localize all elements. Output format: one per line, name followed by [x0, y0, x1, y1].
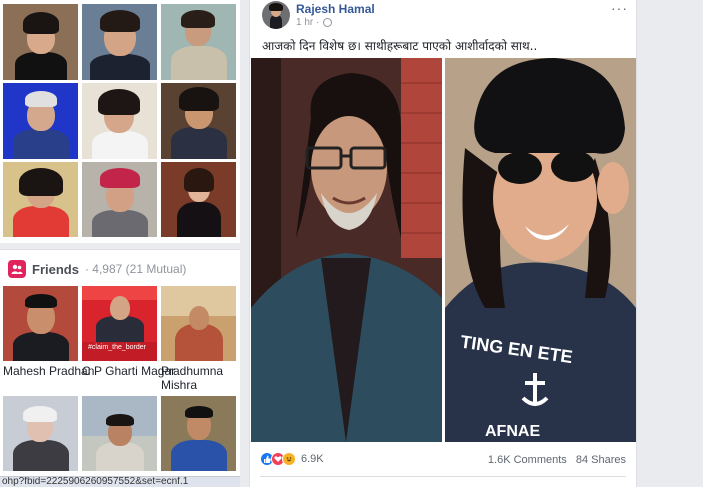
friend-photo[interactable] — [3, 396, 78, 471]
post-photo-right[interactable]: TING EN ETE AFNAE — [445, 58, 636, 442]
more-options-icon[interactable]: ··· — [611, 0, 628, 16]
post-caption: आजको दिन विशेष छ। साथीहरूबाट पाएको आशीर्… — [262, 39, 538, 53]
photo-thumbnail[interactable] — [161, 4, 236, 80]
friends-count: · 4,987 (21 Mutual) — [84, 262, 187, 276]
friend-tile[interactable]: #claim_the_border C P Gharti Magar — [82, 286, 175, 392]
facebook-profile-page: Friends · 4,987 (21 Mutual) Mahesh Pradh… — [0, 0, 703, 487]
photo-thumbnail[interactable] — [161, 83, 236, 159]
post-actions-divider — [260, 476, 626, 477]
browser-status-url: ohp?fbid=2225906260957552&set=ecnf.1 — [0, 476, 240, 487]
friend-tile[interactable]: Pradhumna Mishra — [161, 286, 236, 392]
friends-grid-row2 — [3, 396, 236, 471]
friend-tile[interactable]: Mahesh Pradhan — [3, 286, 94, 392]
friend-name[interactable]: C P Gharti Magar — [82, 365, 175, 378]
author-avatar[interactable] — [262, 1, 290, 29]
shares-count-link[interactable]: 84 Shares — [576, 454, 626, 466]
friends-header[interactable]: Friends · 4,987 (21 Mutual) — [8, 259, 186, 279]
reactions-summary[interactable]: 6.9K — [260, 452, 324, 466]
post-time-text[interactable]: 1 hr · — [296, 17, 319, 28]
friend-photo[interactable] — [161, 286, 236, 361]
post-photo-left[interactable] — [251, 58, 442, 442]
photo-thumbnail[interactable] — [82, 4, 157, 80]
friend-name[interactable]: Pradhumna — [161, 365, 236, 378]
post-stats: 1.6K Comments 84 Shares — [482, 454, 626, 466]
friend-name[interactable]: Mahesh Pradhan — [3, 365, 94, 378]
haha-reaction-icon — [282, 452, 296, 466]
reaction-count[interactable]: 6.9K — [301, 453, 324, 465]
shirt-text-bottom: AFNAE — [485, 423, 540, 440]
friends-title[interactable]: Friends — [32, 262, 79, 277]
photos-grid — [3, 4, 236, 237]
friends-icon — [8, 260, 26, 278]
globe-icon — [323, 18, 333, 27]
photo-thumbnail[interactable] — [3, 4, 78, 80]
photo-thumbnail[interactable] — [161, 162, 236, 237]
left-column: Friends · 4,987 (21 Mutual) Mahesh Pradh… — [0, 0, 240, 487]
photo-thumbnail[interactable] — [3, 162, 78, 237]
friends-grid: Mahesh Pradhan #claim_the_border C P Gha… — [3, 286, 236, 392]
comments-count-link[interactable]: 1.6K Comments — [488, 454, 567, 466]
friend-photo[interactable]: #claim_the_border — [82, 286, 157, 361]
friend-photo[interactable] — [3, 286, 78, 361]
friend-banner-text: #claim_the_border — [88, 344, 146, 351]
friend-photo[interactable] — [161, 396, 236, 471]
photos-card — [0, 0, 240, 243]
photo-thumbnail[interactable] — [82, 162, 157, 237]
photo-thumbnail[interactable] — [3, 83, 78, 159]
post-card: Rajesh Hamal 1 hr · ··· आजको दिन विशेष छ… — [249, 0, 637, 487]
photo-thumbnail[interactable] — [82, 83, 157, 159]
friend-name-line2[interactable]: Mishra — [161, 379, 236, 392]
friend-photo[interactable] — [82, 396, 157, 471]
friends-card: Friends · 4,987 (21 Mutual) Mahesh Pradh… — [0, 249, 240, 487]
right-gutter — [637, 0, 703, 487]
post-timestamp[interactable]: 1 hr · — [296, 17, 333, 28]
post-author-name[interactable]: Rajesh Hamal — [296, 2, 375, 16]
